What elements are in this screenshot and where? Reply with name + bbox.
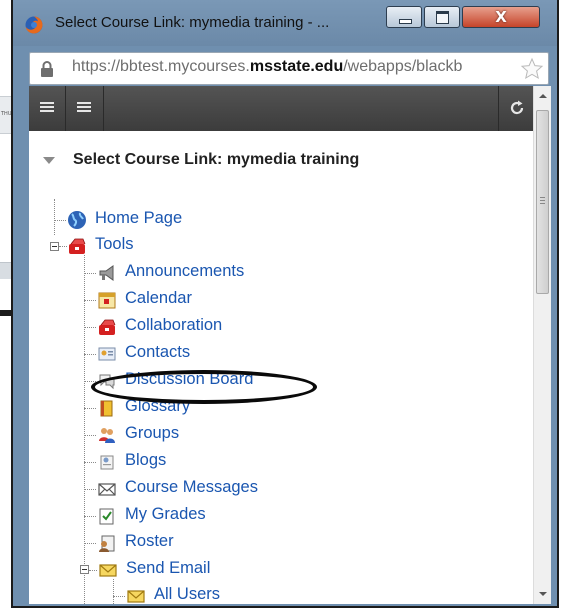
minimize-button[interactable] [386, 6, 422, 28]
grades-icon [99, 508, 114, 525]
url-prefix: https://bbtest.mycourses. [72, 58, 250, 75]
list-button[interactable] [66, 86, 104, 131]
refresh-button[interactable] [498, 86, 533, 131]
scroll-up-arrow-icon[interactable] [534, 88, 551, 105]
close-button[interactable]: X [462, 6, 540, 28]
maximize-button[interactable] [424, 6, 460, 28]
course-link-tree: Home Page Tools Announcements Calendar C… [29, 191, 533, 604]
grip-icon [540, 197, 545, 206]
lock-icon [41, 61, 53, 77]
contact-card-icon [98, 347, 116, 361]
collapse-caret-icon[interactable] [43, 157, 55, 164]
tree-item-label: Roster [125, 532, 174, 550]
address-bar[interactable]: https://bbtest.mycourses.msstate.edu/web… [29, 52, 549, 85]
scroll-down-arrow-icon[interactable] [534, 585, 551, 602]
people-icon [99, 428, 115, 443]
toolbar [29, 86, 533, 131]
tree-item-label: Home Page [95, 209, 183, 227]
menu-icon [40, 102, 54, 114]
refresh-icon [510, 100, 524, 115]
list-icon [77, 102, 91, 114]
menu-button[interactable] [29, 86, 66, 131]
firefox-icon [25, 16, 43, 34]
envelope-icon [127, 590, 145, 603]
close-icon: X [495, 8, 507, 26]
tree-item-label: Contacts [125, 343, 191, 361]
scrollbar-thumb[interactable] [536, 110, 549, 294]
popup-window: Select Course Link: mymedia training - .… [11, 0, 559, 608]
window-title: Select Course Link: mymedia training - .… [55, 14, 330, 31]
blog-icon [100, 455, 114, 470]
send-email-collapse-toggle[interactable] [80, 565, 89, 574]
tree-item-label: Groups [125, 424, 180, 442]
tree-item-label: Send Email [126, 559, 211, 577]
background-page-fragment: THU [1, 111, 12, 117]
url-domain: msstate.edu [249, 58, 344, 75]
megaphone-icon [99, 265, 114, 281]
toolbox-icon [69, 238, 86, 254]
star-icon[interactable] [520, 57, 544, 81]
vertical-scrollbar[interactable] [533, 86, 551, 604]
tree-item-label: Calendar [125, 289, 192, 307]
highlight-oval [91, 370, 317, 404]
roster-icon [99, 535, 115, 552]
calendar-icon [98, 292, 116, 309]
url-suffix: /webapps/blackb [343, 58, 463, 75]
tree-item-label: Collaboration [125, 316, 223, 334]
tools-collapse-toggle[interactable] [50, 242, 59, 251]
tree-item-label: My Grades [125, 505, 206, 523]
title-bar[interactable]: Select Course Link: mymedia training - .… [13, 0, 557, 46]
panel-heading[interactable]: Select Course Link: mymedia training [29, 131, 533, 191]
envelope-icon [99, 564, 117, 577]
tree-item-label: Announcements [125, 262, 245, 280]
url-text[interactable]: https://bbtest.mycourses.msstate.edu/web… [72, 58, 512, 76]
tree-item-label: Course Messages [125, 478, 258, 496]
panel-title: Select Course Link: mymedia training [73, 151, 360, 168]
tree-item-label: All Users [154, 585, 221, 603]
toolbox-icon [99, 319, 116, 335]
book-icon [100, 400, 113, 417]
envelope-icon [98, 483, 116, 496]
globe-icon [68, 211, 86, 229]
content-area: Select Course Link: mymedia training Hom… [29, 86, 551, 604]
tree-item-label: Tools [95, 235, 134, 253]
tree-item-label: Blogs [125, 451, 167, 469]
